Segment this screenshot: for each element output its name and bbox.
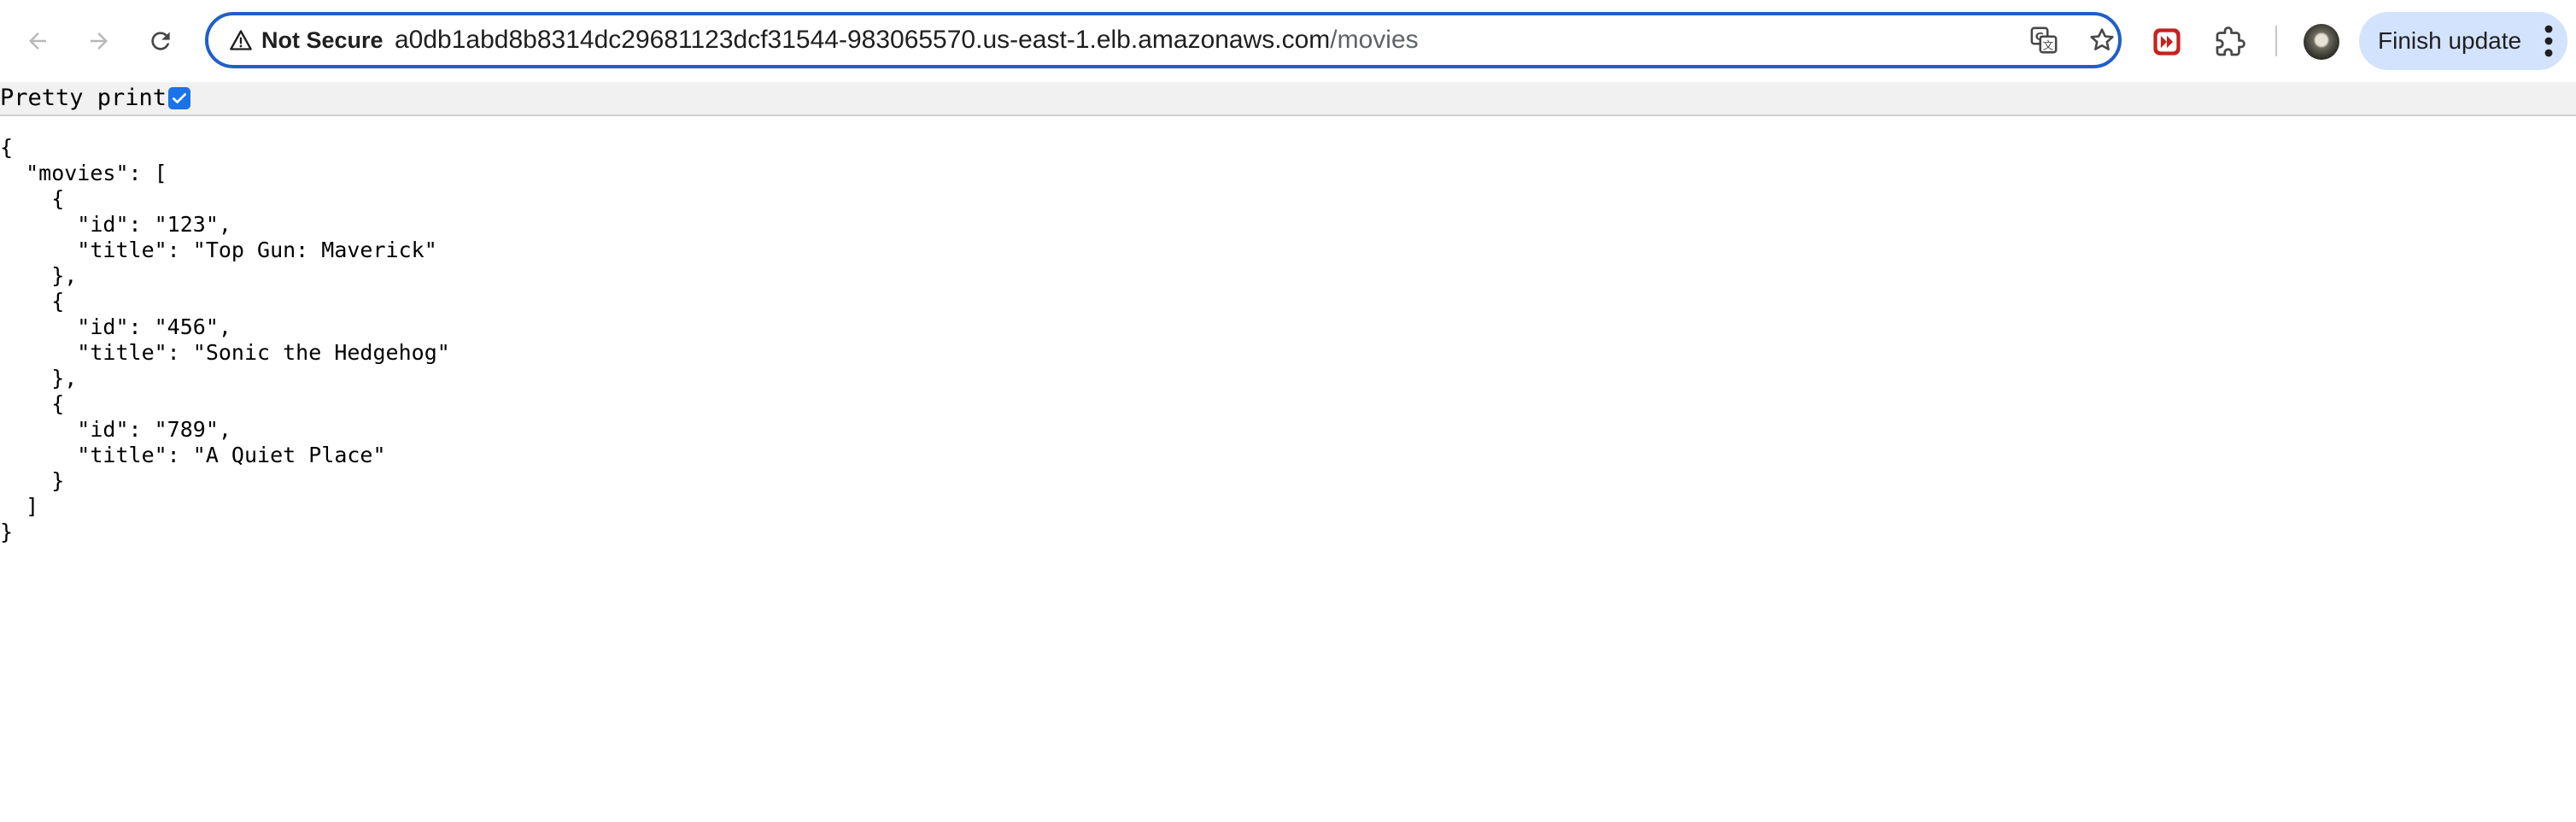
avatar[interactable] bbox=[2304, 24, 2339, 60]
arrow-left-icon bbox=[29, 32, 46, 50]
back-button[interactable] bbox=[15, 19, 60, 63]
translate-button[interactable]: G 文 bbox=[2026, 22, 2062, 58]
translate-icon: G 文 bbox=[2030, 26, 2058, 54]
toolbar-divider bbox=[2275, 26, 2277, 56]
pretty-print-label: Pretty print bbox=[0, 85, 167, 111]
red-extension-icon bbox=[2153, 28, 2181, 56]
security-label: Not Secure bbox=[261, 26, 383, 53]
reload-icon bbox=[151, 32, 170, 50]
puzzle-icon bbox=[2216, 26, 2245, 56]
finish-update-label: Finish update bbox=[2378, 27, 2522, 54]
browser-toolbar: Not Secure a0db1abd8b8314dc29681123dcf31… bbox=[0, 0, 2576, 82]
reload-button[interactable] bbox=[138, 19, 183, 63]
pretty-print-bar: Pretty print bbox=[0, 82, 2576, 116]
address-bar[interactable]: Not Secure a0db1abd8b8314dc29681123dcf31… bbox=[205, 12, 2122, 68]
arrow-right-icon bbox=[91, 32, 108, 50]
warning-triangle-icon bbox=[230, 30, 252, 50]
checkmark-icon bbox=[173, 93, 186, 103]
finish-update-button[interactable]: Finish update bbox=[2359, 12, 2567, 70]
kebab-menu-icon[interactable] bbox=[2542, 24, 2556, 58]
forward-button[interactable] bbox=[77, 19, 121, 63]
extension-button[interactable] bbox=[2147, 22, 2187, 62]
pretty-print-checkbox[interactable] bbox=[168, 87, 190, 109]
star-icon bbox=[2090, 28, 2114, 50]
security-chip[interactable]: Not Secure bbox=[219, 23, 395, 57]
bookmark-button[interactable] bbox=[2084, 22, 2120, 58]
svg-text:文: 文 bbox=[2043, 40, 2054, 53]
url-path: /movies bbox=[1330, 26, 1419, 54]
url-text[interactable]: a0db1abd8b8314dc29681123dcf31544-9830655… bbox=[395, 15, 1419, 65]
json-content: { "movies": [ { "id": "123", "title": "T… bbox=[0, 135, 450, 544]
url-host: a0db1abd8b8314dc29681123dcf31544-9830655… bbox=[395, 26, 1331, 54]
extensions-menu-button[interactable] bbox=[2210, 22, 2250, 62]
